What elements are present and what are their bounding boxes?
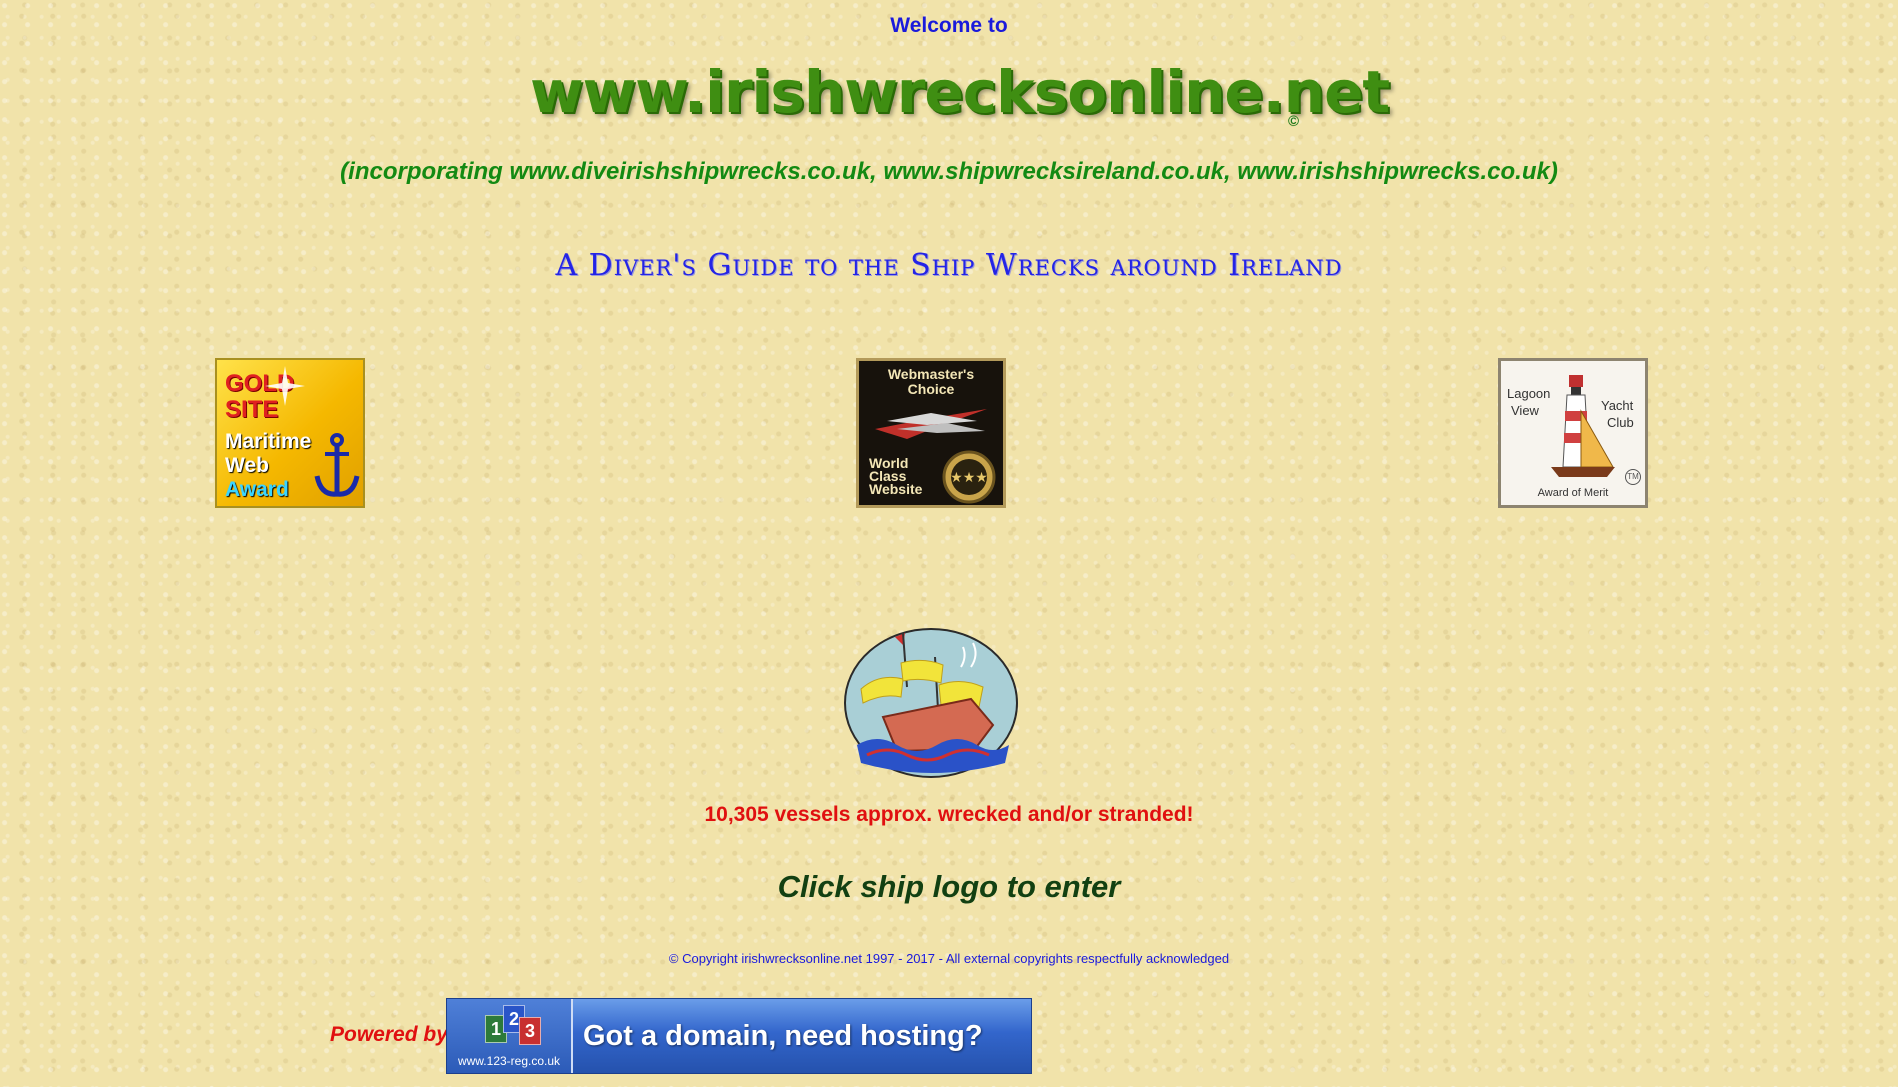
banner-url: www.123-reg.co.uk — [457, 1054, 561, 1068]
ship-logo-enter-button[interactable] — [843, 627, 1019, 780]
click-to-enter-text: Click ship logo to enter — [777, 869, 1121, 904]
gold-site-award-badge[interactable]: GOLD SITE Maritime Web Award — [215, 358, 365, 508]
guide-title: A Diver's Guide to the Ship Wrecks aroun… — [555, 248, 1343, 283]
hosting-ad-banner[interactable]: 1 2 3 www.123-reg.co.uk Got a domain, ne… — [446, 998, 1032, 1074]
webmasters-choice-award-badge[interactable]: Webmaster's Choice World Class Website ★… — [856, 358, 1006, 508]
powered-by-label: Powered by — [330, 1023, 448, 1046]
vessels-count-text: 10,305 vessels approx. wrecked and/or st… — [704, 803, 1194, 826]
award-gold-line-5: Award — [225, 478, 289, 501]
banner-block-3: 3 — [519, 1017, 541, 1045]
welcome-text: Welcome to — [890, 14, 1008, 37]
copyright-footer: © Copyright irishwrecksonline.net 1997 -… — [668, 951, 1230, 966]
webmaster-bottom-line-3: Website — [869, 481, 923, 497]
svg-text:★★★: ★★★ — [950, 470, 988, 486]
incorporating-domains: (incorporating www.diveirishshipwrecks.c… — [340, 158, 1558, 185]
sparkle-icon — [265, 366, 305, 406]
star-medal-icon: ★★★ — [942, 450, 996, 504]
lagoon-view-yacht-club-award-badge[interactable]: Lagoon View Yacht Club Award of Merit TM — [1498, 358, 1648, 508]
award-gold-line-3: Maritime — [225, 430, 312, 453]
site-logo: www.irishwrecksonline.net — [530, 58, 1390, 126]
copyright-mark: © — [1288, 113, 1300, 130]
lighthouse-icon — [1551, 375, 1615, 477]
webmaster-title-line-1: Webmaster's — [887, 366, 975, 382]
lagoon-award-of-merit: Award of Merit — [1537, 487, 1609, 499]
banner-logo-panel: 1 2 3 www.123-reg.co.uk — [447, 999, 573, 1073]
geese-icon — [875, 409, 987, 439]
banner-headline: Got a domain, need hosting? — [583, 1019, 983, 1052]
banner-text-panel: Got a domain, need hosting? — [573, 999, 1031, 1073]
lagoon-trademark: TM — [1625, 469, 1641, 485]
award-gold-line-4: Web — [225, 454, 269, 477]
anchor-icon — [314, 433, 360, 497]
webmaster-title-line-2: Choice — [907, 381, 955, 397]
